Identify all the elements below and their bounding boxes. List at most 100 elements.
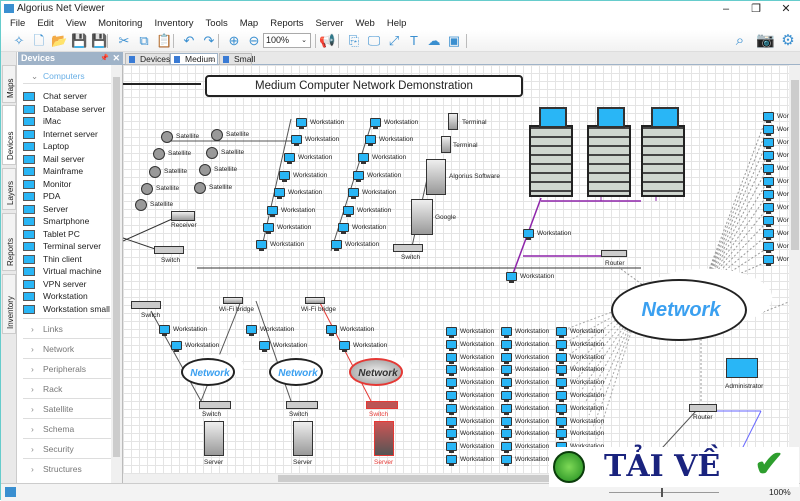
wifi-bridge[interactable] xyxy=(223,297,243,304)
terminal-server[interactable] xyxy=(448,113,458,130)
device-item[interactable]: Mainframe xyxy=(23,165,111,178)
workstation-icon[interactable] xyxy=(326,325,337,336)
workstation-icon[interactable] xyxy=(446,455,457,466)
device-item[interactable]: Virtual machine xyxy=(23,265,111,278)
switch[interactable] xyxy=(286,401,318,409)
menu-monitoring[interactable]: Monitoring xyxy=(92,17,148,30)
workstation-icon[interactable] xyxy=(501,352,512,364)
satellite-dish-icon[interactable] xyxy=(153,148,165,160)
workstation-icon[interactable] xyxy=(259,341,270,352)
server-rack[interactable] xyxy=(587,107,631,197)
device-item[interactable]: Workstation small xyxy=(23,303,111,316)
menu-map[interactable]: Map xyxy=(234,17,264,30)
workstation-icon[interactable] xyxy=(446,416,457,428)
workstation-icon[interactable] xyxy=(763,203,774,214)
workstation-icon[interactable] xyxy=(284,153,295,164)
workstation-icon[interactable] xyxy=(446,403,457,415)
server[interactable] xyxy=(204,421,224,456)
workstation-icon[interactable] xyxy=(446,442,457,454)
minimize-button[interactable]: – xyxy=(711,1,741,17)
device-item[interactable]: Server xyxy=(23,203,111,216)
category-peripherals[interactable]: › Peripherals xyxy=(23,358,111,378)
workstation-icon[interactable] xyxy=(763,112,774,123)
server[interactable] xyxy=(293,421,313,456)
side-tab-inventory[interactable]: Inventory xyxy=(2,274,16,334)
side-tab-reports[interactable]: Reports xyxy=(2,213,16,271)
device-item[interactable]: Mail server xyxy=(23,153,111,166)
side-tab-maps[interactable]: Maps xyxy=(2,65,16,103)
category-structures[interactable]: › Structures xyxy=(23,458,111,478)
device-item[interactable]: VPN server xyxy=(23,278,111,291)
workstation-icon[interactable] xyxy=(446,365,457,377)
workstation-icon[interactable] xyxy=(556,403,567,415)
workstation-icon[interactable] xyxy=(446,352,457,364)
search-icon[interactable]: ⌕ xyxy=(732,33,748,49)
menu-reports[interactable]: Reports xyxy=(264,17,309,30)
workstation-icon[interactable] xyxy=(763,242,774,253)
category-rack[interactable]: › Rack xyxy=(23,378,111,398)
category-network[interactable]: › Network xyxy=(23,338,111,358)
menu-file[interactable]: File xyxy=(1,17,31,30)
diagram-canvas[interactable]: Medium Computer Network Demonstration Sa… xyxy=(123,65,789,474)
network-cloud[interactable]: Network xyxy=(611,279,747,341)
device-item[interactable]: Laptop xyxy=(23,140,111,153)
workstation-icon[interactable] xyxy=(446,429,457,441)
workstation-icon[interactable] xyxy=(446,339,457,351)
zoom-in-icon[interactable]: ⊕ xyxy=(226,33,242,49)
workstation-icon[interactable] xyxy=(159,325,170,336)
router[interactable] xyxy=(689,404,717,412)
copy-icon[interactable]: ⧉ xyxy=(136,33,152,49)
workstation-icon[interactable] xyxy=(763,190,774,201)
workstation-icon[interactable] xyxy=(274,188,285,199)
tab-small[interactable]: Small xyxy=(219,53,255,65)
panel-scrollbar[interactable] xyxy=(111,65,122,483)
workstation-icon[interactable] xyxy=(556,391,567,402)
section-computers[interactable]: ⌄ Computers xyxy=(23,68,111,84)
network-cloud[interactable]: Network xyxy=(181,358,235,386)
workstation-icon[interactable] xyxy=(763,229,774,240)
workstation-icon[interactable] xyxy=(556,416,567,428)
workstation-icon[interactable] xyxy=(279,171,290,182)
resize-icon[interactable]: ⤢ xyxy=(386,33,402,49)
satellite-dish-icon[interactable] xyxy=(194,182,206,194)
device-item[interactable]: PDA xyxy=(23,190,111,203)
workstation-icon[interactable] xyxy=(501,416,512,428)
workstation-icon[interactable] xyxy=(348,188,359,199)
monitor-add-icon[interactable]: 🖵 xyxy=(366,33,382,49)
vertical-scrollbar[interactable] xyxy=(789,65,800,483)
menu-web[interactable]: Web xyxy=(349,17,380,30)
router[interactable] xyxy=(601,250,627,257)
close-button[interactable]: ✕ xyxy=(771,1,800,17)
paste-icon[interactable]: 📋 xyxy=(156,33,172,49)
device-item[interactable]: iMac xyxy=(23,115,111,128)
cut-icon[interactable]: ✂ xyxy=(116,33,132,49)
scroll-thumb[interactable] xyxy=(791,80,799,250)
network-cloud[interactable]: Network xyxy=(349,358,403,386)
undo-icon[interactable]: ↶ xyxy=(181,33,197,49)
satellite-dish-icon[interactable] xyxy=(141,183,153,195)
switch[interactable] xyxy=(366,401,398,409)
gear-icon[interactable]: ⚙ xyxy=(780,33,796,49)
google-server[interactable] xyxy=(411,199,433,235)
satellite-dish-icon[interactable] xyxy=(149,166,161,178)
device-item[interactable]: Chat server xyxy=(23,90,111,103)
restore-button[interactable]: ❐ xyxy=(741,1,771,17)
device-item[interactable]: Internet server xyxy=(23,128,111,141)
cloud-add-icon[interactable]: ☁ xyxy=(426,33,442,49)
pin-icon[interactable]: 📌 xyxy=(100,52,109,65)
menu-inventory[interactable]: Inventory xyxy=(148,17,199,30)
tab-devices[interactable]: Devices xyxy=(125,53,170,65)
workstation-icon[interactable] xyxy=(501,455,512,466)
workstation-icon[interactable] xyxy=(446,378,457,390)
workstation-icon[interactable] xyxy=(291,135,302,146)
device-item[interactable]: Tablet PC xyxy=(23,228,111,241)
device-item[interactable]: Terminal server xyxy=(23,240,111,253)
workstation-icon[interactable] xyxy=(556,327,567,338)
wifi-bridge[interactable] xyxy=(305,297,325,304)
switch[interactable] xyxy=(393,244,423,252)
server-rack[interactable] xyxy=(641,107,685,197)
workstation-icon[interactable] xyxy=(331,240,342,251)
category-security[interactable]: › Security xyxy=(23,438,111,458)
workstation-icon[interactable] xyxy=(501,429,512,441)
menu-edit[interactable]: Edit xyxy=(31,17,59,30)
